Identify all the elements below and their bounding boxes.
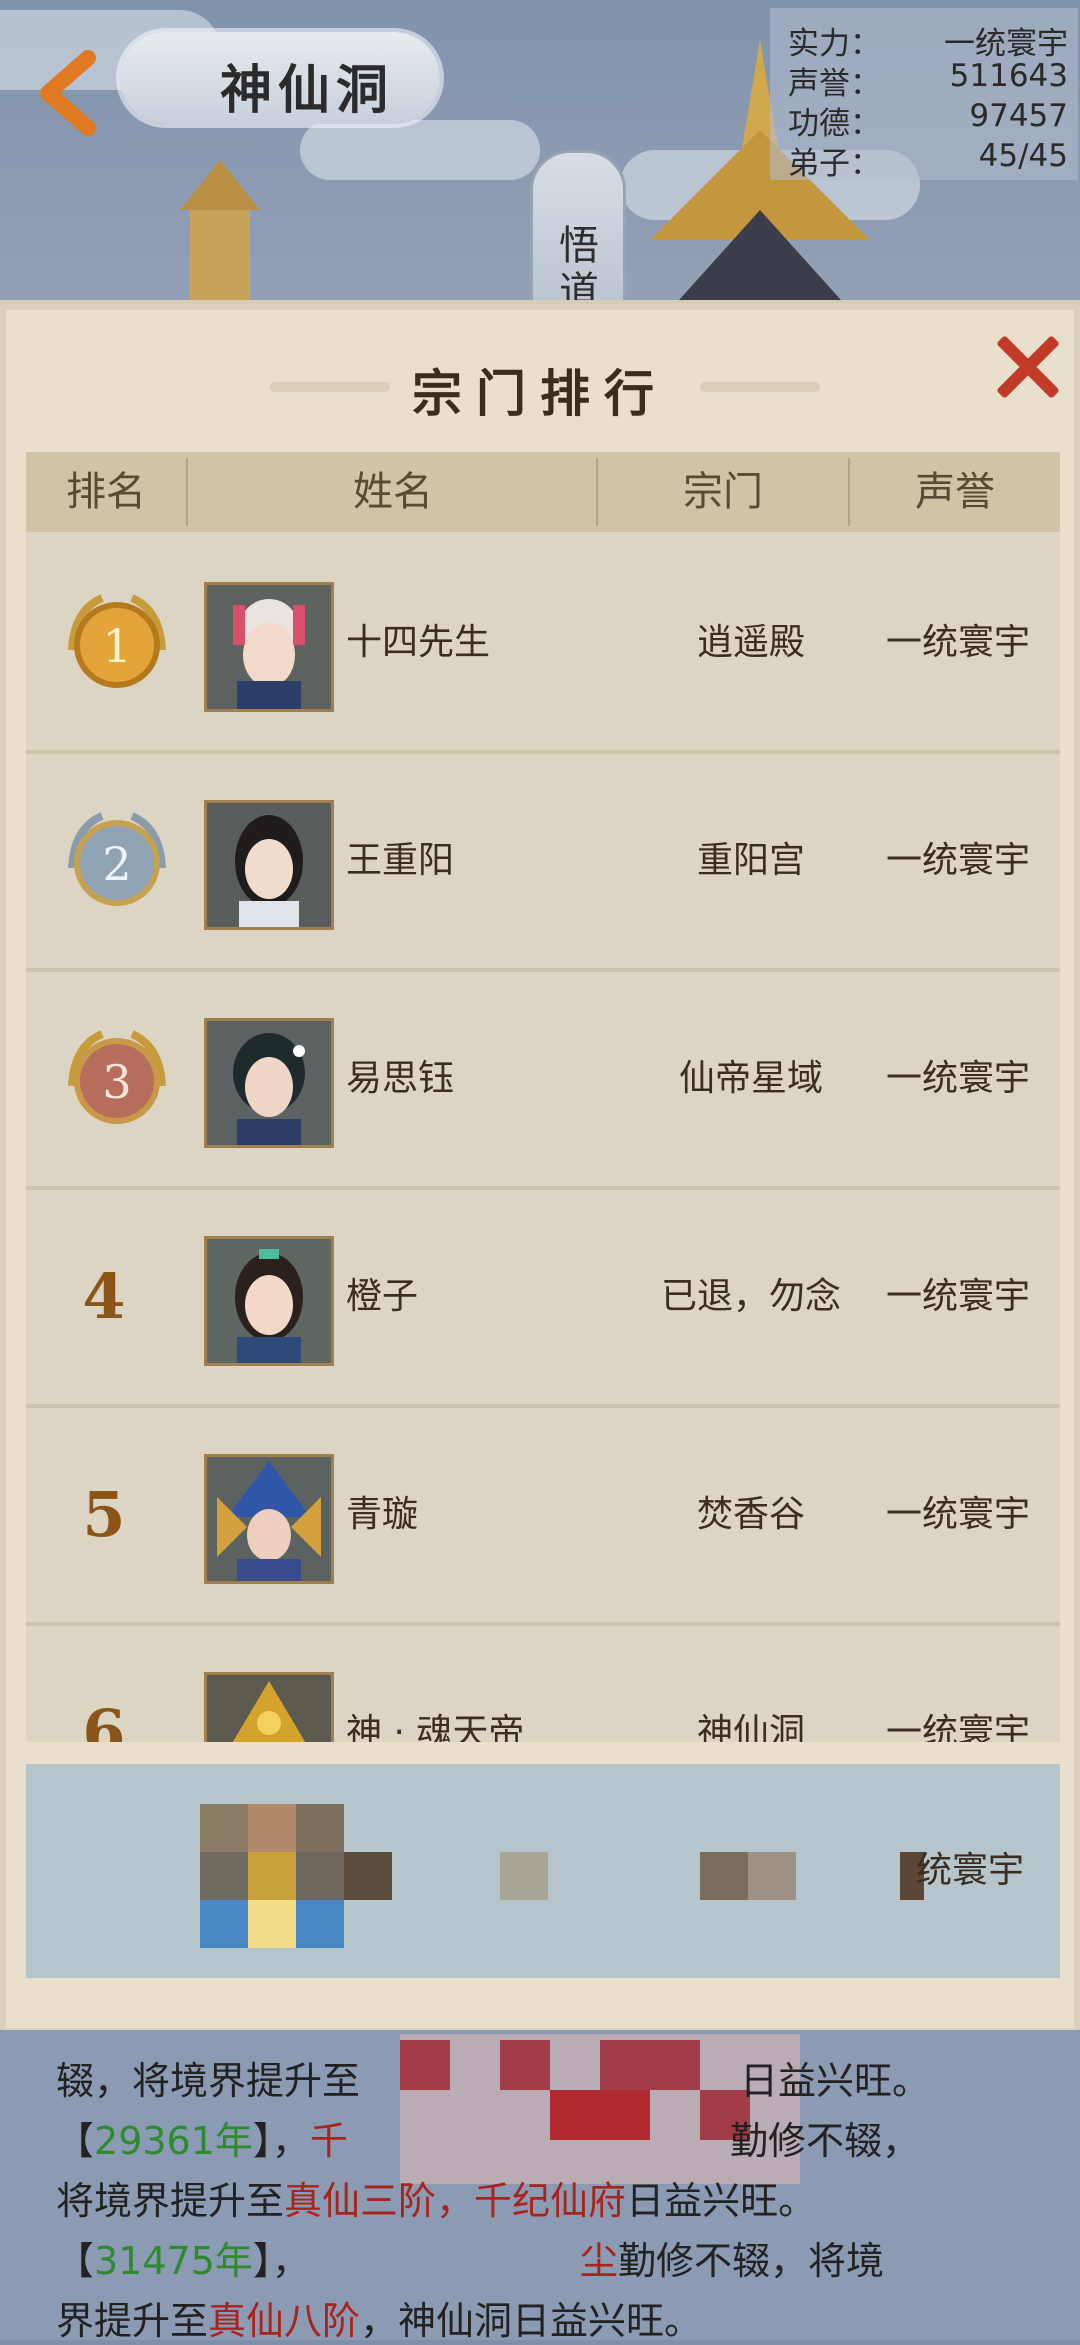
gold-medal-icon: 1	[68, 594, 166, 688]
rank-number: 6	[82, 1696, 126, 1742]
bronze-medal-icon: 3	[68, 1030, 166, 1124]
table-row[interactable]: 1 十四先生 逍遥殿 一统寰宇	[26, 536, 1060, 754]
log-text: 日益兴旺。	[740, 2059, 931, 2103]
column-header-rank: 排名	[66, 469, 146, 515]
close-button[interactable]	[994, 334, 1060, 400]
log-year: 29361年	[94, 2119, 253, 2163]
cloud-decoration	[300, 120, 540, 180]
mosaic-block	[500, 1852, 548, 1900]
avatar[interactable]	[204, 800, 334, 930]
log-sect: 千纪仙府	[474, 2179, 627, 2223]
stat-strength: 实力： 一统寰宇	[788, 26, 1068, 62]
stat-disciples: 弟子： 45/45	[788, 138, 1068, 182]
reputation-level: 一统寰宇	[885, 1712, 1030, 1742]
enlightenment-tag-label: 悟道	[559, 223, 599, 310]
background-scene: 神仙洞 实力： 一统寰宇 声誉： 511643 功德： 97457 弟子： 45…	[0, 0, 1080, 310]
log-name: 千	[309, 2119, 348, 2163]
mosaic-block	[296, 1900, 344, 1948]
avatar[interactable]	[204, 1236, 334, 1366]
table-row[interactable]: 6 神 · 魂天帝 神仙洞 一统寰宇	[26, 1626, 1060, 1742]
avatar[interactable]	[204, 1018, 334, 1148]
mosaic-block	[296, 1804, 344, 1852]
column-header-reputation: 声誉	[915, 469, 995, 515]
table-row[interactable]: 2 王重阳 重阳宫 一统寰宇	[26, 754, 1060, 972]
enlightenment-tag-button[interactable]: 悟道	[530, 150, 626, 310]
reputation-level: 一统寰宇	[885, 622, 1030, 663]
player-name: 神 · 魂天帝	[346, 1712, 525, 1742]
location-title: 神仙洞	[220, 60, 395, 121]
log-text: 勤修不辍，	[729, 2119, 920, 2163]
reputation-level: 一统寰宇	[885, 840, 1030, 881]
mosaic-block	[296, 1852, 344, 1900]
avatar[interactable]	[204, 582, 334, 712]
log-text: 】，	[252, 2119, 310, 2163]
table-header: 排名 姓名 宗门 声誉	[26, 452, 1060, 532]
log-text: 【	[56, 2239, 95, 2283]
log-text: 【	[56, 2119, 95, 2163]
rank-number: 4	[82, 1260, 126, 1333]
log-text: 】，	[252, 2239, 310, 2283]
silver-medal-icon: 2	[68, 812, 166, 906]
mosaic-block	[248, 1804, 296, 1852]
mosaic-block	[200, 1804, 248, 1852]
mosaic-block	[200, 1852, 248, 1900]
stat-reputation: 声誉： 511643	[788, 58, 1068, 102]
log-text: 界提升至	[56, 2299, 209, 2343]
log-text: 勤修不辍，将境	[617, 2239, 884, 2283]
mosaic-block	[248, 1852, 296, 1900]
mosaic-block	[200, 1900, 248, 1948]
column-header-name: 姓名	[353, 469, 433, 515]
log-name: 尘	[579, 2239, 618, 2283]
my-reputation-level: 统寰宇	[915, 1850, 1024, 1891]
mosaic-block	[344, 1852, 392, 1900]
player-name: 橙子	[346, 1276, 419, 1317]
log-text: 将境界提升至	[56, 2179, 285, 2223]
rank-number: 3	[102, 1055, 131, 1109]
log-line: 辍，将境界提升至 日益兴旺。	[56, 2050, 930, 2105]
avatar[interactable]	[204, 1672, 334, 1742]
reputation-level: 一统寰宇	[885, 1058, 1030, 1099]
stat-merit: 功德： 97457	[788, 98, 1068, 142]
back-button[interactable]	[26, 48, 106, 138]
reputation-level: 一统寰宇	[885, 1276, 1030, 1317]
log-year: 31475年	[94, 2239, 253, 2283]
player-name: 易思钰	[346, 1058, 455, 1099]
table-row[interactable]: 5 青璇 焚香谷 一统寰宇	[26, 1408, 1060, 1626]
log-realm: 真仙三阶	[284, 2179, 437, 2223]
my-rank-bar[interactable]: 统寰宇	[26, 1764, 1060, 1978]
avatar[interactable]	[204, 1454, 334, 1584]
log-realm: 真仙八阶	[208, 2299, 361, 2343]
player-name: 青璇	[346, 1494, 419, 1535]
location-title-plate: 神仙洞	[120, 32, 440, 124]
column-header-sect: 宗门	[683, 469, 763, 515]
sect-ranking-dialog: 宗门排行 排名 姓名 宗门 声誉 1 十四先生 逍遥殿 一统寰宇 2 王重阳 重…	[0, 300, 1080, 2034]
log-text: ，	[436, 2179, 475, 2223]
log-line: 【31475年】， 尘勤修不辍，将境	[56, 2230, 884, 2285]
log-text: ，神仙洞日益兴旺。	[360, 2299, 703, 2343]
log-line: 【29361年】，千 勤修不辍，	[56, 2110, 920, 2165]
player-stats-panel: 实力： 一统寰宇 声誉： 511643 功德： 97457 弟子： 45/45	[770, 8, 1078, 182]
table-row[interactable]: 4 橙子 已退，勿念 一统寰宇	[26, 1190, 1060, 1408]
ranking-table[interactable]: 排名 姓名 宗门 声誉 1 十四先生 逍遥殿 一统寰宇 2 王重阳 重阳宫 一统…	[26, 452, 1060, 1742]
pagoda-icon	[180, 160, 260, 310]
log-text: 日益兴旺。	[626, 2179, 817, 2223]
table-row[interactable]: 3 易思钰 仙帝星域 一统寰宇	[26, 972, 1060, 1190]
event-log: 辍，将境界提升至 日益兴旺。 【29361年】，千 勤修不辍， 将境界提升至真仙三阶…	[0, 2030, 1080, 2343]
reputation-level: 一统寰宇	[885, 1494, 1030, 1535]
rank-number: 5	[82, 1478, 126, 1551]
mosaic-block	[748, 1852, 796, 1900]
dialog-title: 宗门排行	[412, 364, 668, 423]
rank-number: 1	[102, 619, 131, 673]
player-name: 王重阳	[346, 840, 455, 881]
log-line: 界提升至真仙八阶，神仙洞日益兴旺。	[56, 2290, 702, 2345]
log-line: 将境界提升至真仙三阶，千纪仙府日益兴旺。	[56, 2170, 816, 2225]
log-text: 辍，将境界提升至	[56, 2059, 361, 2103]
rank-number: 2	[102, 837, 131, 891]
mosaic-block	[700, 1852, 748, 1900]
back-arrow-icon	[40, 50, 96, 136]
player-name: 十四先生	[346, 622, 491, 663]
mosaic-block	[248, 1900, 296, 1948]
